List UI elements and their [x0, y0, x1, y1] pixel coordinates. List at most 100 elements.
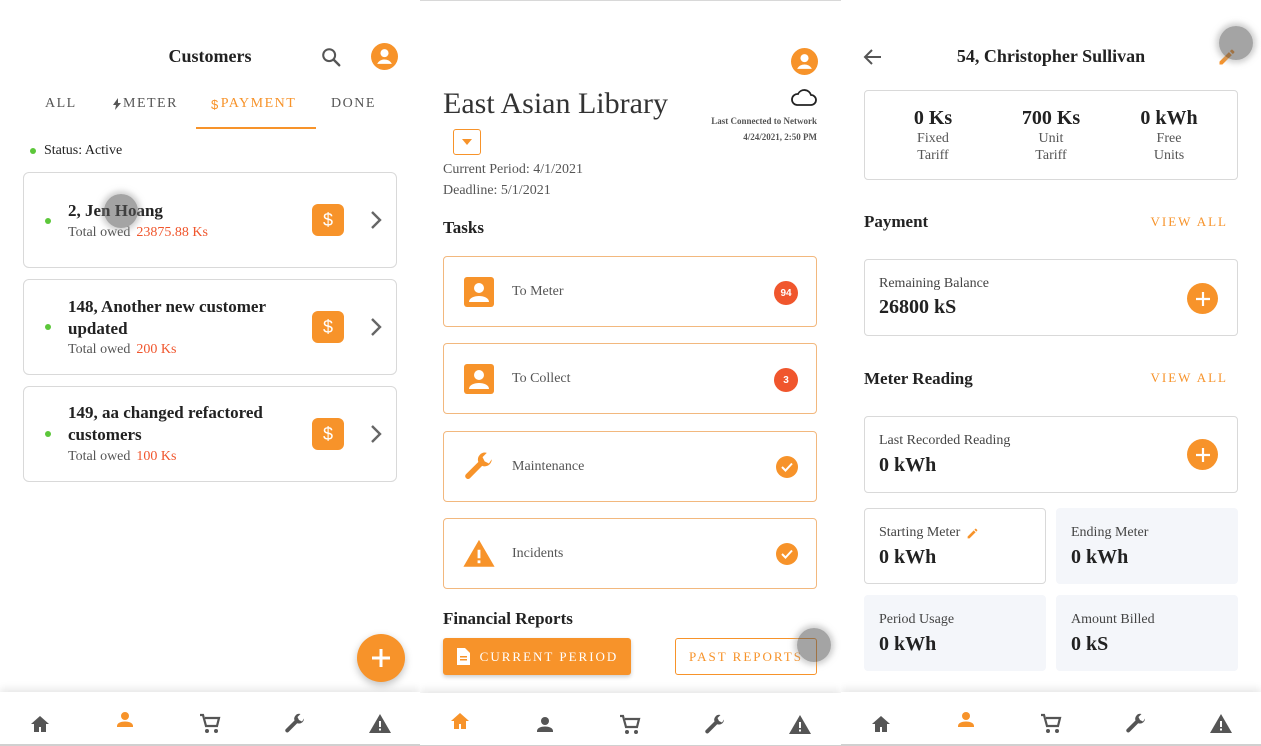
- customer-name: 149, aa changed refactored customers: [68, 403, 263, 444]
- starting-meter-card[interactable]: Starting Meter 0 kWh: [864, 508, 1046, 584]
- stat-label: Tariff: [1035, 148, 1067, 163]
- warning-icon[interactable]: [368, 712, 392, 736]
- period-dropdown-button[interactable]: [453, 129, 481, 155]
- financial-reports-heading: Financial Reports: [443, 609, 573, 628]
- last-reading-label: Last Recorded Reading: [879, 433, 1011, 448]
- wrench-icon[interactable]: [283, 712, 307, 736]
- meter-reading-heading: Meter Reading: [864, 369, 973, 388]
- free-units-stat: 0 kWh Free Units: [1109, 107, 1229, 164]
- touch-indicator: [104, 194, 138, 228]
- search-icon[interactable]: [320, 46, 342, 68]
- home-icon[interactable]: [448, 709, 472, 733]
- tab-meter[interactable]: METER: [113, 96, 178, 112]
- cart-icon[interactable]: [1039, 712, 1063, 736]
- add-reading-button[interactable]: [1187, 439, 1218, 470]
- person-icon[interactable]: [113, 708, 137, 732]
- bottom-nav: [0, 692, 420, 746]
- payment-button[interactable]: $: [312, 311, 344, 343]
- payment-button[interactable]: $: [312, 204, 344, 236]
- dashboard-screen: East Asian Library Last Connected to Net…: [420, 0, 841, 746]
- home-icon[interactable]: [869, 712, 893, 736]
- status-label: Status: Active: [44, 143, 123, 158]
- plus-icon: [372, 649, 390, 667]
- chevron-right-icon[interactable]: [368, 317, 384, 337]
- period-usage-card: Period Usage 0 kWh: [864, 595, 1046, 671]
- add-payment-button[interactable]: [1187, 283, 1218, 314]
- customer-name: 148, Another new customer updated: [68, 297, 266, 338]
- status-dot: [30, 148, 36, 154]
- person-icon[interactable]: [954, 708, 978, 732]
- chevron-right-icon[interactable]: [368, 424, 384, 444]
- stat-label: Tariff: [917, 148, 949, 163]
- current-period-label: CURRENT PERIOD: [479, 648, 619, 664]
- stat-value: 0 Ks: [913, 107, 953, 129]
- tab-done[interactable]: DONE: [331, 96, 376, 112]
- tariff-summary: 0 Ks Fixed Tariff 700 Ks Unit Tariff 0 k…: [864, 90, 1238, 180]
- document-icon: [456, 648, 470, 665]
- last-connected-label: Last Connected to Network: [711, 116, 817, 126]
- task-incidents[interactable]: Incidents: [443, 518, 817, 589]
- wrench-icon[interactable]: [703, 713, 727, 737]
- plus-icon: [1195, 447, 1210, 462]
- tab-payment-label: PAYMENT: [220, 96, 297, 111]
- customer-detail-screen: 54, Christopher Sullivan 0 Ks Fixed Tari…: [841, 0, 1261, 746]
- period-usage-value: 0 kWh: [879, 633, 937, 655]
- chevron-right-icon[interactable]: [368, 210, 384, 230]
- owed-amount: 200 Ks: [136, 342, 177, 357]
- bottom-nav: [420, 693, 841, 746]
- starting-meter-label-row: Starting Meter: [879, 525, 979, 541]
- pencil-icon[interactable]: [966, 527, 979, 540]
- ending-meter-value: 0 kWh: [1071, 546, 1129, 568]
- home-icon[interactable]: [28, 712, 52, 736]
- past-reports-button[interactable]: PAST REPORTS: [675, 638, 817, 675]
- touch-indicator: [797, 628, 831, 662]
- dollar-icon: $: [322, 423, 333, 444]
- list-item[interactable]: 2, Jen Hoang Total owed 23875.88 Ks $: [23, 172, 397, 268]
- current-period-button[interactable]: CURRENT PERIOD: [443, 638, 631, 675]
- owed-amount: 100 Ks: [136, 449, 177, 464]
- task-maintenance[interactable]: Maintenance: [443, 431, 817, 502]
- account-icon[interactable]: [371, 43, 398, 70]
- payment-heading: Payment: [864, 212, 929, 231]
- task-label: Maintenance: [512, 459, 585, 474]
- network-status: Last Connected to Network 4/24/2021, 2:5…: [711, 114, 817, 144]
- stat-label: Unit: [1038, 131, 1064, 146]
- active-tab-indicator: [196, 127, 316, 129]
- list-item[interactable]: 149, aa changed refactored customers Tot…: [23, 386, 397, 482]
- status-filter: Status: Active: [30, 143, 122, 159]
- task-to-meter[interactable]: To Meter 94: [443, 256, 817, 327]
- total-owed-label: Total owed: [68, 342, 131, 357]
- warning-icon[interactable]: [1209, 712, 1233, 736]
- amount-billed-card: Amount Billed 0 kS: [1056, 595, 1238, 671]
- stat-label: Free: [1156, 131, 1182, 146]
- cart-icon[interactable]: [198, 712, 222, 736]
- remaining-balance-card: Remaining Balance 26800 kS: [864, 259, 1238, 336]
- cart-icon[interactable]: [618, 713, 642, 737]
- wrench-icon[interactable]: [1124, 712, 1148, 736]
- status-dot: [45, 431, 51, 437]
- account-icon[interactable]: [791, 48, 818, 75]
- tasks-heading: Tasks: [443, 218, 484, 237]
- person-icon[interactable]: [533, 713, 557, 737]
- add-customer-button[interactable]: [357, 634, 405, 682]
- stat-label: Fixed: [917, 131, 949, 146]
- customers-screen: Customers ALL METER $ PAYMENT DONE Statu…: [0, 0, 420, 746]
- count-badge: 3: [774, 368, 798, 392]
- meter-view-all-link[interactable]: VIEW ALL: [1151, 370, 1229, 386]
- bolt-icon: [113, 98, 121, 110]
- remaining-balance-label: Remaining Balance: [879, 276, 990, 291]
- check-icon: [776, 543, 798, 565]
- touch-indicator: [1219, 26, 1253, 60]
- task-to-collect[interactable]: To Collect 3: [443, 343, 817, 414]
- list-item[interactable]: 148, Another new customer updated Total …: [23, 279, 397, 375]
- tab-all[interactable]: ALL: [45, 96, 77, 112]
- warning-icon[interactable]: [788, 713, 812, 737]
- payment-button[interactable]: $: [312, 418, 344, 450]
- payment-view-all-link[interactable]: VIEW ALL: [1151, 214, 1229, 230]
- total-owed: Total owed 100 Ks: [68, 449, 176, 465]
- cloud-icon: [791, 89, 817, 106]
- amount-billed-value: 0 kS: [1071, 633, 1109, 655]
- tab-payment[interactable]: $ PAYMENT: [211, 96, 296, 112]
- contact-icon: [464, 277, 494, 307]
- task-label: To Collect: [512, 371, 571, 386]
